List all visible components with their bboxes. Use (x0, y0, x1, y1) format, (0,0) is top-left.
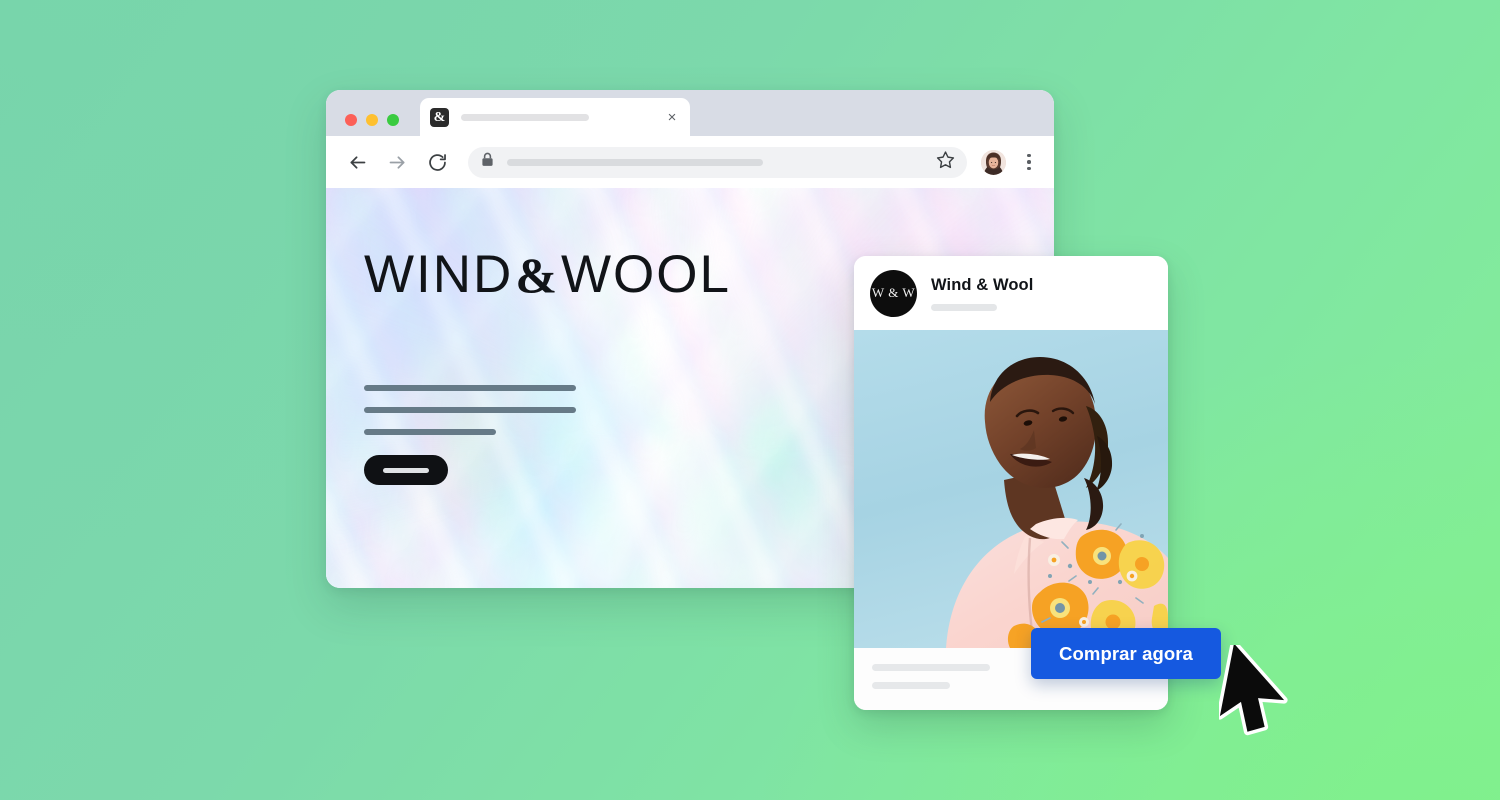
favicon-icon: & (430, 107, 449, 127)
browser-tab-strip: & × (326, 90, 1054, 136)
back-button[interactable] (344, 149, 370, 175)
url-input[interactable] (507, 158, 763, 166)
caption-line (872, 682, 950, 689)
caption-line (872, 664, 990, 671)
profile-avatar[interactable] (981, 149, 1006, 175)
forward-button[interactable] (384, 149, 410, 175)
hero-cta-label (383, 467, 429, 473)
canvas-stage: & × WIND&WOOL W & W Wind & Wool Comprar … (0, 0, 1500, 800)
wordmark-word-one: WIND (364, 245, 514, 304)
post-header: W & W Wind & Wool (854, 256, 1168, 330)
post-brand-name: Wind & Wool (931, 275, 1034, 294)
close-window-button[interactable] (345, 114, 357, 126)
hero-text-placeholder (364, 385, 731, 435)
hero-section: WIND&WOOL (364, 248, 731, 485)
brand-wordmark: WIND&WOOL (364, 248, 731, 301)
post-meta: Wind & Wool (931, 276, 1033, 311)
wordmark-word-two: WOOL (560, 245, 731, 304)
reload-button[interactable] (424, 149, 450, 175)
minimize-window-button[interactable] (366, 114, 378, 126)
star-icon[interactable] (936, 150, 955, 174)
brand-avatar-icon: W & W (870, 269, 917, 317)
placeholder-line (364, 429, 496, 435)
maximize-window-button[interactable] (387, 114, 399, 126)
kebab-menu-icon[interactable] (1020, 153, 1038, 171)
close-tab-icon[interactable]: × (664, 110, 680, 125)
post-photo (854, 330, 1168, 648)
browser-toolbar (326, 136, 1054, 188)
lock-icon (481, 152, 494, 172)
wordmark-ampersand: & (515, 247, 559, 303)
hero-cta-button[interactable] (364, 455, 448, 485)
post-handle-placeholder (931, 303, 997, 311)
placeholder-line (364, 385, 576, 391)
browser-tab[interactable]: & × (420, 98, 690, 136)
window-traffic-lights (345, 114, 399, 126)
tab-title-placeholder (461, 113, 589, 121)
placeholder-line (364, 407, 576, 413)
arrow-pointer-icon (1216, 640, 1297, 741)
model-photo-illustration (854, 330, 1168, 648)
buy-now-button[interactable]: Comprar agora (1031, 628, 1221, 679)
address-bar[interactable] (468, 146, 967, 178)
